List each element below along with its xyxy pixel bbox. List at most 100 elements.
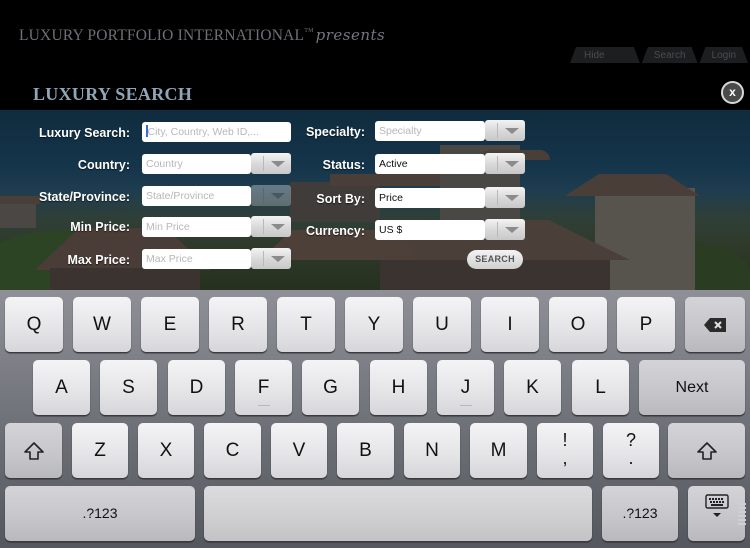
country-label: Country: [77, 158, 130, 172]
key-comma-label: , [562, 448, 568, 468]
key-n[interactable]: N [404, 423, 460, 478]
country-dropdown-button[interactable] [251, 153, 291, 174]
key-exclamation-comma[interactable]: ! , [537, 423, 593, 478]
currency-select[interactable]: US $ [375, 220, 485, 240]
max-price-dropdown-button[interactable] [251, 248, 291, 269]
state-province-label: State/Province: [38, 190, 130, 204]
min-price-dropdown-button[interactable] [251, 216, 291, 237]
keyboard-resize-grip[interactable] [738, 503, 746, 527]
currency-label: Currency: [305, 224, 365, 238]
photo-roof [330, 174, 440, 186]
min-price-input[interactable]: Min Price [142, 217, 251, 237]
brand-presents: presents [315, 26, 386, 44]
space-key[interactable] [204, 486, 592, 541]
state-province-dropdown-button[interactable] [251, 185, 291, 206]
min-price-label: Min Price: [70, 220, 130, 234]
background-photo: Luxury Search: City, Country, Web ID,...… [0, 110, 750, 290]
photo-roof [565, 174, 700, 196]
key-a[interactable]: A [33, 360, 90, 415]
numbers-key-left[interactable]: .?123 [5, 486, 195, 541]
key-o[interactable]: O [549, 297, 607, 352]
key-e[interactable]: E [141, 297, 199, 352]
keyboard-dismiss-icon [704, 494, 729, 517]
key-z[interactable]: Z [72, 423, 128, 478]
key-y[interactable]: Y [345, 297, 403, 352]
key-m[interactable]: M [470, 423, 527, 478]
specialty-input[interactable]: Specialty [375, 121, 485, 141]
luxury-search-placeholder: City, Country, Web ID,... [147, 126, 259, 138]
key-period-label: . [628, 448, 634, 468]
key-b[interactable]: B [337, 423, 394, 478]
page-title: LUXURY SEARCH [33, 84, 193, 104]
photo-tower [595, 188, 695, 290]
key-g[interactable]: G [302, 360, 359, 415]
country-input[interactable]: Country [142, 154, 251, 174]
status-select[interactable]: Active [375, 154, 485, 174]
sort-by-select[interactable]: Price [375, 188, 485, 208]
tab-login[interactable]: Login [700, 47, 748, 63]
app-header: LUXURY PORTFOLIO INTERNATIONALTM presents… [0, 0, 750, 110]
chevron-down-icon [505, 195, 519, 201]
shift-key-left[interactable] [5, 423, 62, 478]
photo-roof [0, 196, 40, 204]
next-key[interactable]: Next [639, 360, 745, 415]
photo-building [0, 202, 36, 228]
chevron-down-icon [271, 193, 285, 199]
shift-icon [696, 442, 717, 461]
key-t[interactable]: T [277, 297, 335, 352]
key-f[interactable]: F [235, 360, 292, 415]
dismiss-keyboard-key[interactable] [688, 486, 745, 541]
key-h[interactable]: H [370, 360, 427, 415]
tab-hide-photos[interactable]: Hide Photos [570, 47, 640, 63]
key-i[interactable]: I [481, 297, 539, 352]
luxury-search-input[interactable]: City, Country, Web ID,... [142, 122, 291, 142]
on-screen-keyboard: Q W E R T Y U I O P A S D F G H J K L Ne… [0, 290, 750, 548]
sort-by-dropdown-button[interactable] [485, 187, 525, 208]
key-d[interactable]: D [168, 360, 225, 415]
key-s[interactable]: S [100, 360, 157, 415]
key-k[interactable]: K [504, 360, 561, 415]
brand-logo: LUXURY PORTFOLIO INTERNATIONALTM presents [19, 26, 385, 45]
chevron-down-icon [505, 227, 519, 233]
key-l[interactable]: L [572, 360, 629, 415]
chevron-down-icon [271, 256, 285, 262]
shift-key-right[interactable] [668, 423, 745, 478]
specialty-dropdown-button[interactable] [485, 120, 525, 141]
key-r[interactable]: R [209, 297, 267, 352]
header-tabs: Hide Photos Search Login [570, 47, 750, 63]
backspace-icon [704, 318, 726, 333]
status-dropdown-button[interactable] [485, 153, 525, 174]
key-question-label: ? [625, 430, 636, 450]
chevron-down-icon [271, 224, 285, 230]
max-price-input[interactable]: Max Price [142, 249, 251, 269]
luxury-search-label: Luxury Search: [38, 126, 130, 140]
sort-by-label: Sort By: [316, 192, 365, 206]
status-label: Status: [322, 158, 365, 172]
key-j[interactable]: J [437, 360, 494, 415]
brand-name: LUXURY PORTFOLIO INTERNATIONAL [19, 27, 305, 44]
close-button[interactable]: x [721, 81, 744, 104]
state-province-input[interactable]: State/Province [142, 186, 251, 206]
numbers-key-right[interactable]: .?123 [602, 486, 678, 541]
chevron-down-icon [505, 128, 519, 134]
tab-search[interactable]: Search [642, 47, 698, 63]
chevron-down-icon [505, 161, 519, 167]
max-price-label: Max Price: [67, 253, 130, 267]
chevron-down-icon [271, 161, 285, 167]
key-exclamation-label: ! [562, 430, 568, 450]
backspace-key[interactable] [685, 297, 745, 352]
currency-dropdown-button[interactable] [485, 219, 525, 240]
key-v[interactable]: V [271, 423, 327, 478]
key-w[interactable]: W [73, 297, 131, 352]
key-u[interactable]: U [413, 297, 471, 352]
specialty-label: Specialty: [305, 125, 365, 139]
key-question-period[interactable]: ? . [603, 423, 659, 478]
photo-building [50, 268, 200, 290]
search-button[interactable]: SEARCH [467, 250, 523, 269]
key-q[interactable]: Q [5, 297, 63, 352]
key-x[interactable]: X [138, 423, 194, 478]
key-c[interactable]: C [204, 423, 261, 478]
key-p[interactable]: P [617, 297, 675, 352]
brand-trademark: TM [304, 28, 314, 34]
shift-icon [23, 442, 44, 461]
